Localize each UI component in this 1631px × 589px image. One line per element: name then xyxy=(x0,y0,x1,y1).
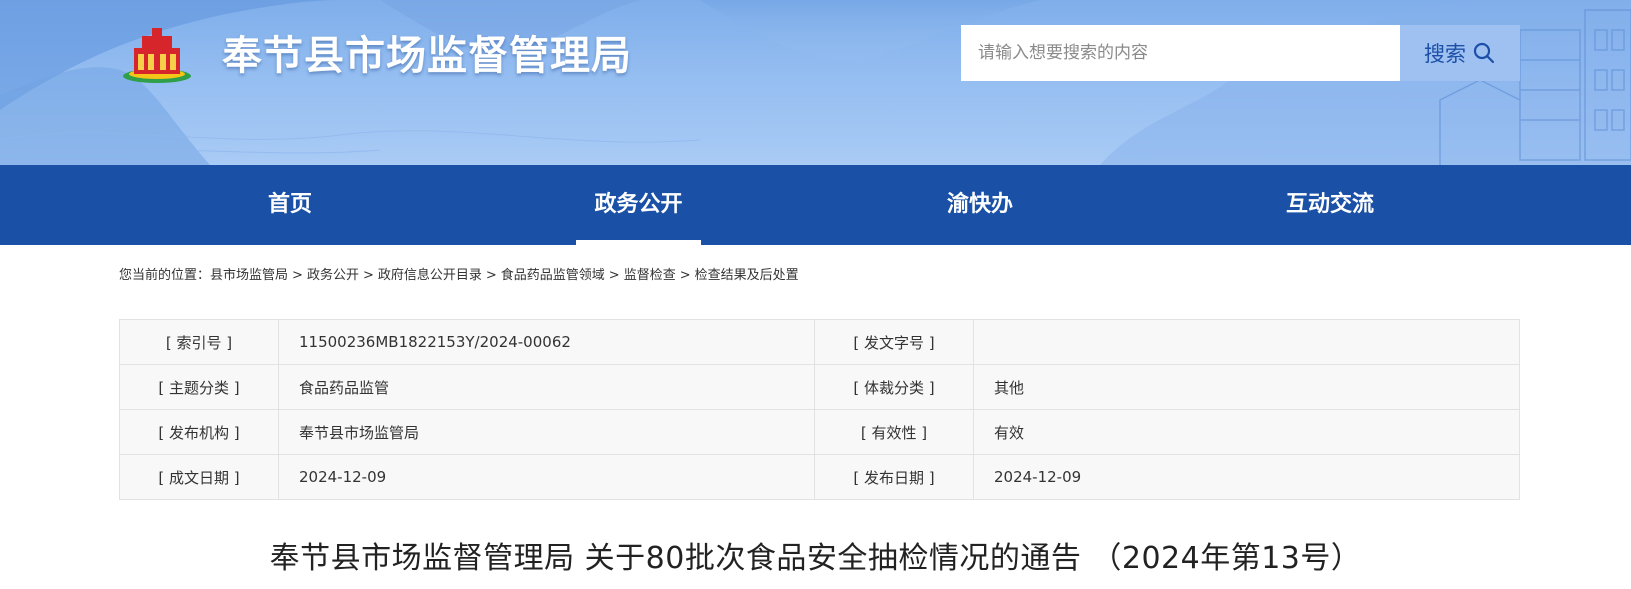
meta-label-genre: [ 体裁分类 ] xyxy=(814,364,974,410)
breadcrumb: 您当前的位置：县市场监管局 > 政务公开 > 政府信息公开目录 > 食品药品监管领域 > 监督检… xyxy=(119,266,799,286)
table-row: [ 索引号 ] 11500236MB1822153Y/2024-00062 [ … xyxy=(119,319,1520,365)
meta-value-publish-date: 2024-12-09 xyxy=(973,454,1520,500)
search-icon xyxy=(1473,42,1495,64)
document-metadata-table: [ 索引号 ] 11500236MB1822153Y/2024-00062 [ … xyxy=(119,319,1520,500)
breadcrumb-prefix: 您当前的位置： xyxy=(119,268,211,283)
breadcrumb-item-gov-affairs[interactable]: 政务公开 xyxy=(307,268,359,283)
breadcrumb-separator: > xyxy=(292,268,303,283)
meta-value-index-number: 11500236MB1822153Y/2024-00062 xyxy=(278,319,815,365)
search-button[interactable]: 搜索 xyxy=(1400,25,1520,81)
meta-value-written-date: 2024-12-09 xyxy=(278,454,815,500)
header-banner: 奉节县市场监督管理局 搜索 xyxy=(0,0,1631,165)
breadcrumb-separator: > xyxy=(679,268,691,283)
nav-item-government-affairs[interactable]: 政务公开 xyxy=(576,165,701,245)
article-title: 奉节县市场监督管理局 关于80批次食品安全抽检情况的通告 （2024年第13号） xyxy=(269,541,1362,576)
breadcrumb-separator: > xyxy=(485,268,497,283)
meta-label-publish-date: [ 发布日期 ] xyxy=(814,454,974,500)
table-row: [ 发布机构 ] 奉节县市场监管局 [ 有效性 ] 有效 xyxy=(119,409,1520,455)
breadcrumb-separator: > xyxy=(608,268,620,283)
meta-value-publisher: 奉节县市场监管局 xyxy=(278,409,815,455)
meta-label-doc-number: [ 发文字号 ] xyxy=(814,319,974,365)
breadcrumb-item-county-bureau[interactable]: 县市场监管局 xyxy=(210,268,288,283)
breadcrumb-item-food-drug[interactable]: 食品药品监管领域 xyxy=(501,268,605,283)
meta-label-publisher: [ 发布机构 ] xyxy=(119,409,279,455)
site-title: 奉节县市场监督管理局 xyxy=(222,33,632,79)
meta-value-genre: 其他 xyxy=(973,364,1520,410)
table-row: [ 成文日期 ] 2024-12-09 [ 发布日期 ] 2024-12-09 xyxy=(119,454,1520,500)
breadcrumb-item-inspection[interactable]: 监督检查 xyxy=(624,268,676,283)
search-button-label: 搜索 xyxy=(1424,42,1466,66)
breadcrumb-item-info-catalog[interactable]: 政府信息公开目录 xyxy=(378,268,482,283)
meta-label-subject: [ 主题分类 ] xyxy=(119,364,279,410)
main-nav: 首页 政务公开 渝快办 互动交流 xyxy=(0,165,1631,245)
meta-value-validity: 有效 xyxy=(973,409,1520,455)
meta-label-validity: [ 有效性 ] xyxy=(814,409,974,455)
nav-item-interaction[interactable]: 互动交流 xyxy=(1265,165,1395,245)
nav-item-home[interactable]: 首页 xyxy=(230,165,350,245)
table-row: [ 主题分类 ] 食品药品监管 [ 体裁分类 ] 其他 xyxy=(119,364,1520,410)
breadcrumb-item-inspection-results[interactable]: 检查结果及后处置 xyxy=(695,268,799,283)
meta-value-subject: 食品药品监管 xyxy=(278,364,815,410)
nav-item-yukuaiban[interactable]: 渝快办 xyxy=(920,165,1040,245)
meta-value-doc-number xyxy=(973,319,1520,365)
meta-label-written-date: [ 成文日期 ] xyxy=(119,454,279,500)
breadcrumb-separator: > xyxy=(362,268,374,283)
meta-label-index-number: [ 索引号 ] xyxy=(119,319,279,365)
search-input[interactable] xyxy=(961,25,1400,81)
emblem-logo-icon xyxy=(123,28,191,83)
